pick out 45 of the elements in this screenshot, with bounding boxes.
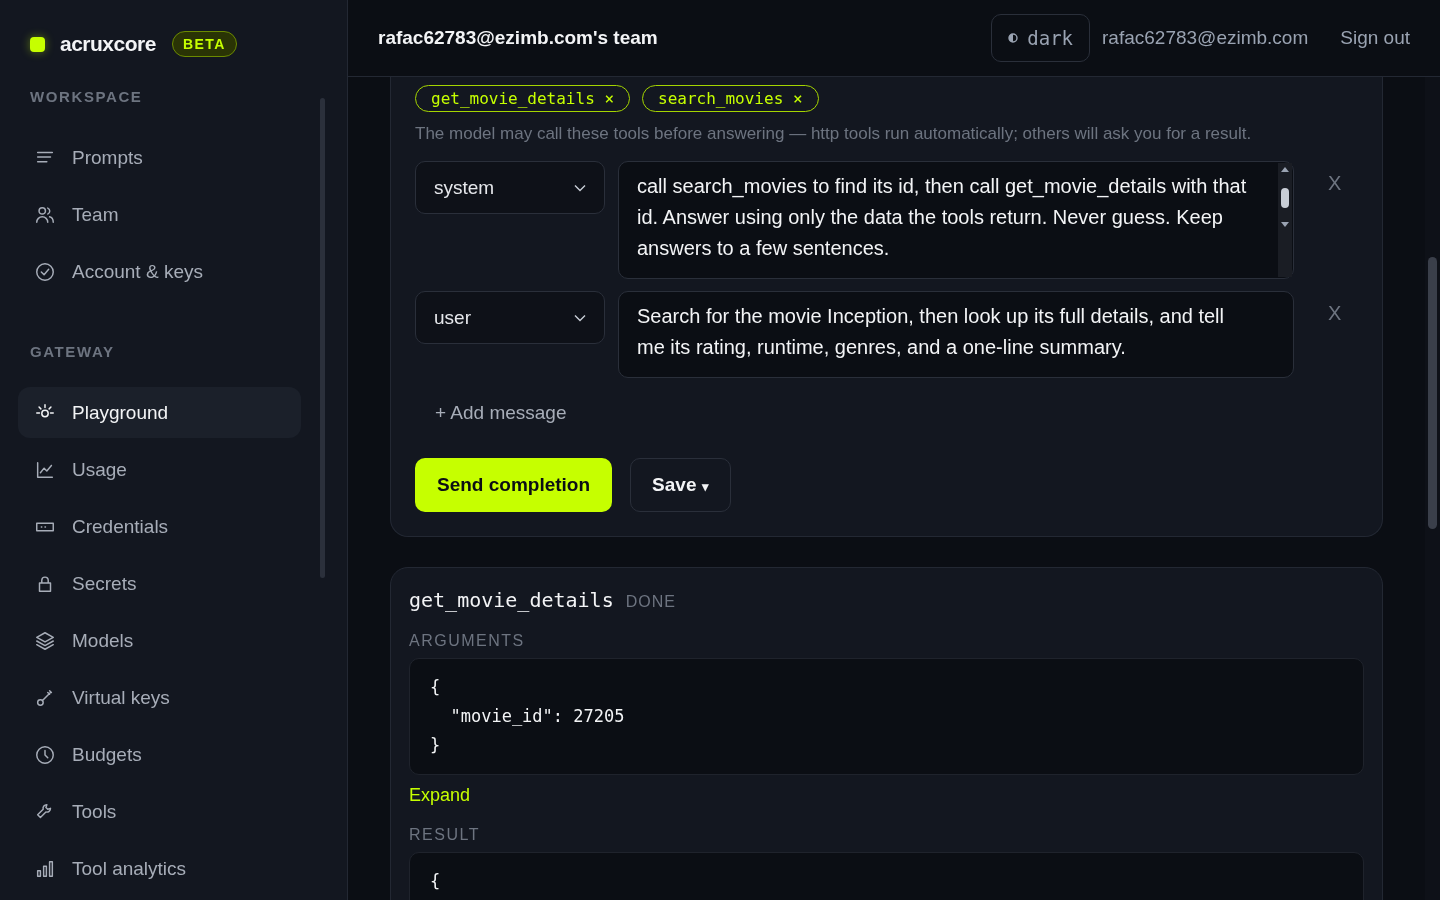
section-label: ARGUMENTS [409, 632, 526, 650]
beta-badge: BETA [171, 31, 237, 57]
nav-icon [34, 260, 56, 283]
team-name: rafac62783@ezimb.com's team [378, 27, 658, 49]
sidebar-item[interactable]: Virtual keys [18, 672, 301, 723]
sidebar-item[interactable]: Tool analytics [18, 843, 301, 894]
sidebar-item[interactable]: Tools [18, 786, 301, 837]
role-select[interactable]: user [415, 291, 605, 344]
sidebar-item[interactable]: Account & keys [18, 246, 301, 297]
nav-icon [34, 629, 56, 652]
logo-icon [30, 36, 45, 52]
sidebar-item[interactable]: Models [18, 615, 301, 666]
sidebar-item[interactable]: Credentials [18, 501, 301, 552]
sidebar-item[interactable]: Playground [18, 387, 301, 438]
status-label: DONE [625, 593, 676, 611]
save-button[interactable]: Save ▾ [630, 458, 731, 512]
send-button[interactable]: Send completion [415, 458, 613, 512]
chevron-down-icon [574, 183, 586, 192]
code-block: { "movie_id": 27205 } [409, 658, 1364, 775]
remove-button[interactable]: X [1322, 171, 1348, 196]
message-field[interactable]: Search for the movie Inception, then look up its full details, and tell me its rating, runtime, genres, and a one-line summary. [618, 291, 1294, 378]
add-message-button[interactable]: + Add message [415, 394, 587, 432]
chevron-down-icon [574, 313, 586, 322]
message-field[interactable]: call search_movies to find its id, then call get_movie_details with that id. Answer using only the data the tools return. Never guess. Keep answers to a few sentences. [618, 161, 1294, 279]
contrast-icon [1008, 33, 1019, 43]
user-email: rafac62783@ezimb.com [1102, 27, 1309, 49]
section-label: RESULT [409, 826, 481, 844]
sidebar-item[interactable]: Team [18, 189, 301, 240]
sidebar-item[interactable]: Budgets [18, 729, 301, 780]
role-select[interactable]: system [415, 161, 605, 214]
nav-icon [34, 743, 56, 766]
sign-out-link[interactable]: Sign out [1340, 27, 1410, 49]
remove-button[interactable]: X [1322, 301, 1348, 326]
tools-hint: The model may call these tools before answering — http tools run automatically; others will ask you for a result. [415, 123, 1253, 145]
code-block: { [409, 852, 1364, 900]
expand-link[interactable]: Expand [409, 785, 471, 806]
theme-toggle[interactable]: dark [991, 14, 1091, 62]
sidebar-item[interactable]: Secrets [18, 558, 301, 609]
brand-name: acruxcore [60, 32, 156, 56]
sidebar-item[interactable]: Usage [18, 444, 301, 495]
scrollbar[interactable] [1425, 77, 1440, 900]
section-heading: GATEWAY [29, 343, 116, 359]
sidebar-item[interactable]: Prompts [18, 132, 301, 183]
tool-name: get_movie_details [409, 588, 614, 612]
section-heading: WORKSPACE [29, 88, 144, 104]
